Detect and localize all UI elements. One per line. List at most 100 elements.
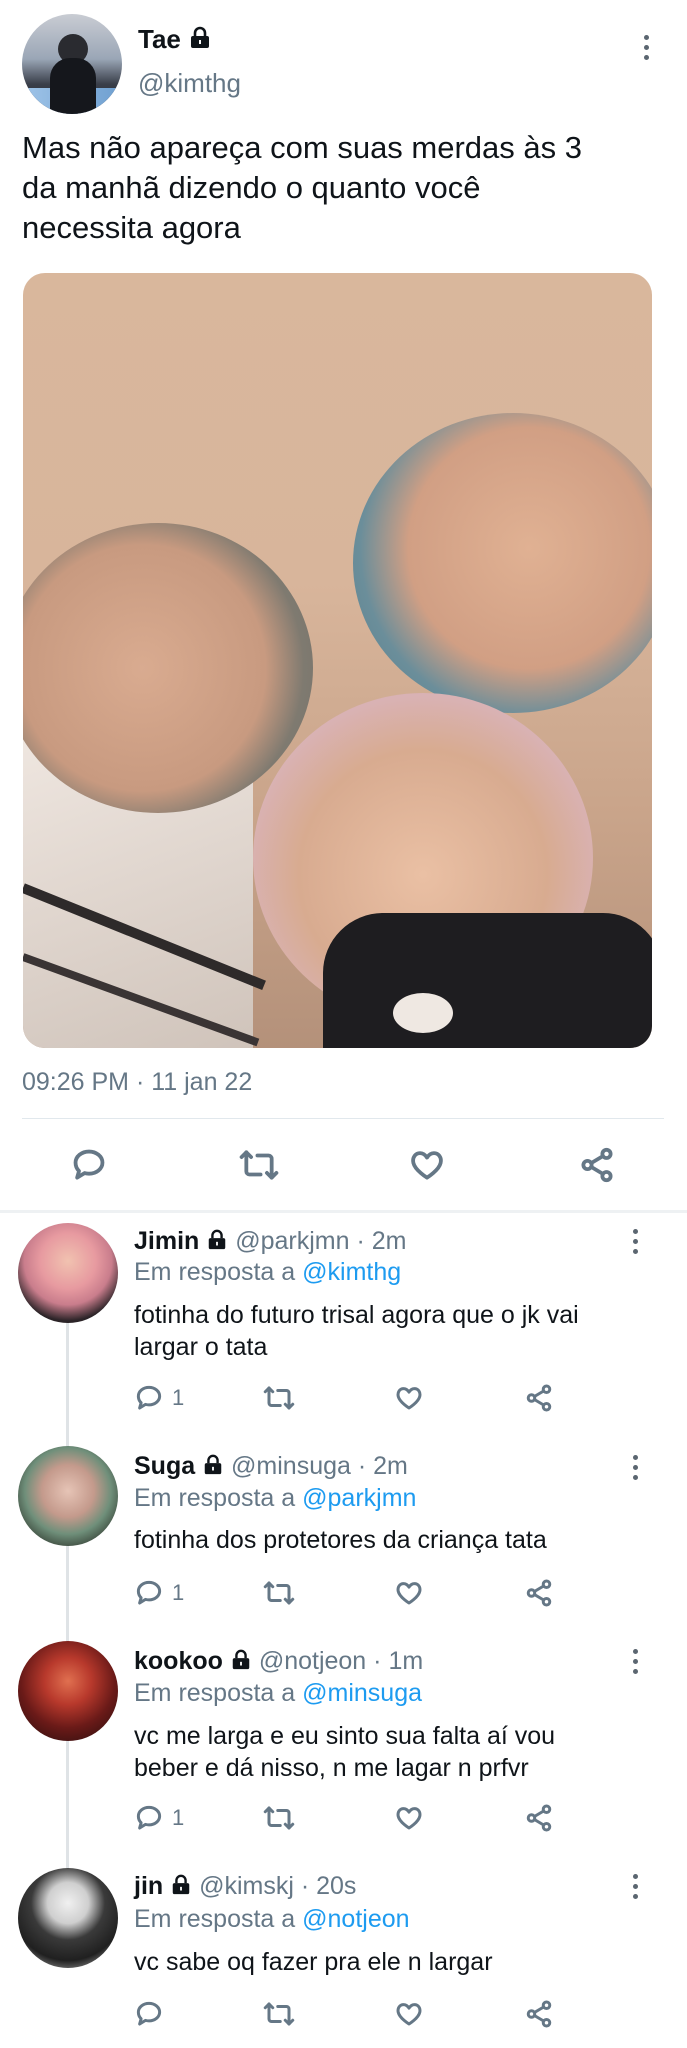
reply-context: Em resposta a @kimthg bbox=[134, 1258, 402, 1286]
divider bbox=[22, 1118, 664, 1119]
reply-button[interactable] bbox=[134, 1999, 164, 2029]
reply-more-options-icon[interactable] bbox=[625, 1221, 645, 1261]
reply-header: jin @kimskj · 20s bbox=[134, 1872, 356, 1903]
reply-context: Em resposta a @parkjmn bbox=[134, 1484, 417, 1512]
reply-display-name[interactable]: Jimin bbox=[134, 1227, 199, 1255]
reply-count: 1 bbox=[172, 1385, 185, 1410]
reply-to-link[interactable]: @kimthg bbox=[302, 1258, 401, 1286]
like-button[interactable] bbox=[394, 1383, 424, 1418]
reply-icon bbox=[73, 1149, 105, 1180]
retweet-button[interactable] bbox=[238, 1146, 280, 1189]
share-icon bbox=[526, 1384, 552, 1412]
heart-icon bbox=[396, 1582, 422, 1605]
reply-handle[interactable]: @kimskj bbox=[199, 1872, 294, 1900]
reply-context: Em resposta a @notjeon bbox=[134, 1905, 410, 1933]
reply-icon bbox=[136, 1805, 162, 1830]
reply-handle[interactable]: @parkjmn bbox=[235, 1227, 349, 1255]
heart-icon bbox=[396, 1807, 422, 1830]
more-options-icon[interactable] bbox=[636, 27, 656, 67]
reply-more-options-icon[interactable] bbox=[625, 1641, 645, 1681]
reply-text: vc me larga e eu sinto sua falta aí vou … bbox=[134, 1722, 556, 1782]
retweet-button[interactable] bbox=[262, 1999, 296, 2034]
retweet-icon bbox=[239, 1150, 279, 1180]
tweet-text: Mas não apareça com suas merdas às 3 da … bbox=[22, 128, 662, 248]
reply-handle[interactable]: @minsuga bbox=[231, 1452, 351, 1480]
reply-icon bbox=[136, 1385, 162, 1410]
reply-display-name[interactable]: Suga bbox=[134, 1452, 195, 1480]
tweet-text-line: da manhã dizendo o quanto você bbox=[22, 170, 481, 205]
reply-icon bbox=[136, 2001, 162, 2026]
reply-button[interactable]: 1 bbox=[134, 1578, 184, 1608]
reply-time: 2m bbox=[373, 1452, 408, 1480]
lock-icon bbox=[206, 1229, 228, 1258]
reply-time: 1m bbox=[388, 1647, 424, 1675]
reply-more-options-icon[interactable] bbox=[625, 1866, 645, 1906]
reply-text: fotinha do futuro trisal agora que o jk … bbox=[134, 1301, 579, 1361]
like-button[interactable] bbox=[394, 1578, 424, 1613]
share-button[interactable] bbox=[524, 1803, 554, 1838]
like-button[interactable] bbox=[394, 1999, 424, 2034]
reply-header: kookoo @notjeon · 1m bbox=[134, 1647, 423, 1678]
share-button[interactable] bbox=[524, 1578, 554, 1613]
reply-action-bar bbox=[134, 1999, 564, 2033]
reply-count: 1 bbox=[172, 1580, 185, 1605]
reply-count: 1 bbox=[172, 1805, 185, 1830]
reply-to-link[interactable]: @notjeon bbox=[302, 1905, 409, 1933]
reply-icon bbox=[136, 1580, 162, 1605]
section-divider bbox=[0, 1210, 687, 1213]
reply-time: 20s bbox=[316, 1872, 357, 1900]
avatar-kookoo[interactable] bbox=[18, 1641, 118, 1741]
tweet-photo[interactable] bbox=[23, 273, 652, 1048]
like-button[interactable] bbox=[408, 1146, 446, 1189]
avatar-suga[interactable] bbox=[18, 1446, 118, 1546]
retweet-button[interactable] bbox=[262, 1383, 296, 1418]
retweet-icon bbox=[263, 1581, 295, 1605]
tweet-text-line: Mas não apareça com suas merdas às 3 bbox=[22, 130, 582, 165]
lock-icon bbox=[202, 1454, 224, 1483]
reply-more-options-icon[interactable] bbox=[625, 1447, 645, 1487]
retweet-icon bbox=[263, 1806, 295, 1830]
heart-icon bbox=[411, 1151, 443, 1180]
retweet-button[interactable] bbox=[262, 1578, 296, 1613]
share-icon bbox=[526, 1804, 552, 1832]
retweet-icon bbox=[263, 2002, 295, 2026]
reply-time: 2m bbox=[371, 1227, 407, 1255]
reply-text: vc sabe oq fazer pra ele n largar bbox=[134, 1948, 493, 1976]
share-icon bbox=[526, 2000, 552, 2028]
lock-icon bbox=[170, 1874, 192, 1903]
thread-line bbox=[66, 1318, 69, 1878]
share-button[interactable] bbox=[524, 1383, 554, 1418]
like-button[interactable] bbox=[394, 1803, 424, 1838]
reply-handle[interactable]: @notjeon bbox=[259, 1647, 366, 1675]
avatar-jimin[interactable] bbox=[18, 1223, 118, 1323]
share-icon bbox=[526, 1579, 552, 1607]
author-name-row: Tae bbox=[138, 24, 212, 57]
reply-button[interactable]: 1 bbox=[134, 1383, 184, 1413]
share-button[interactable] bbox=[524, 1999, 554, 2034]
reply-to-link[interactable]: @parkjmn bbox=[302, 1484, 416, 1512]
tweet-timestamp: 09:26 PM · 11 jan 22 bbox=[22, 1068, 253, 1096]
retweet-icon bbox=[263, 1386, 295, 1410]
reply-context: Em resposta a @minsuga bbox=[134, 1679, 423, 1707]
author-display-name[interactable]: Tae bbox=[138, 24, 181, 54]
reply-button[interactable]: 1 bbox=[134, 1803, 184, 1833]
reply-action-bar: 1 bbox=[134, 1578, 564, 1612]
avatar-tae[interactable] bbox=[22, 14, 122, 114]
retweet-button[interactable] bbox=[262, 1803, 296, 1838]
heart-icon bbox=[396, 1387, 422, 1410]
reply-button[interactable] bbox=[70, 1146, 108, 1189]
tweet-text-line: necessita agora bbox=[22, 210, 241, 245]
author-handle[interactable]: @kimthg bbox=[138, 68, 241, 99]
reply-header: Jimin @parkjmn · 2m bbox=[134, 1227, 406, 1258]
reply-action-bar: 1 bbox=[134, 1383, 564, 1417]
share-icon bbox=[581, 1147, 613, 1183]
heart-icon bbox=[396, 2003, 422, 2026]
share-button[interactable] bbox=[578, 1146, 616, 1189]
reply-action-bar: 1 bbox=[134, 1803, 564, 1837]
reply-to-link[interactable]: @minsuga bbox=[302, 1679, 422, 1707]
reply-text: fotinha dos protetores da criança tata bbox=[134, 1526, 547, 1554]
main-action-bar bbox=[0, 1140, 687, 1190]
reply-display-name[interactable]: jin bbox=[134, 1872, 163, 1900]
avatar-jin[interactable] bbox=[18, 1868, 118, 1968]
reply-display-name[interactable]: kookoo bbox=[134, 1647, 223, 1675]
